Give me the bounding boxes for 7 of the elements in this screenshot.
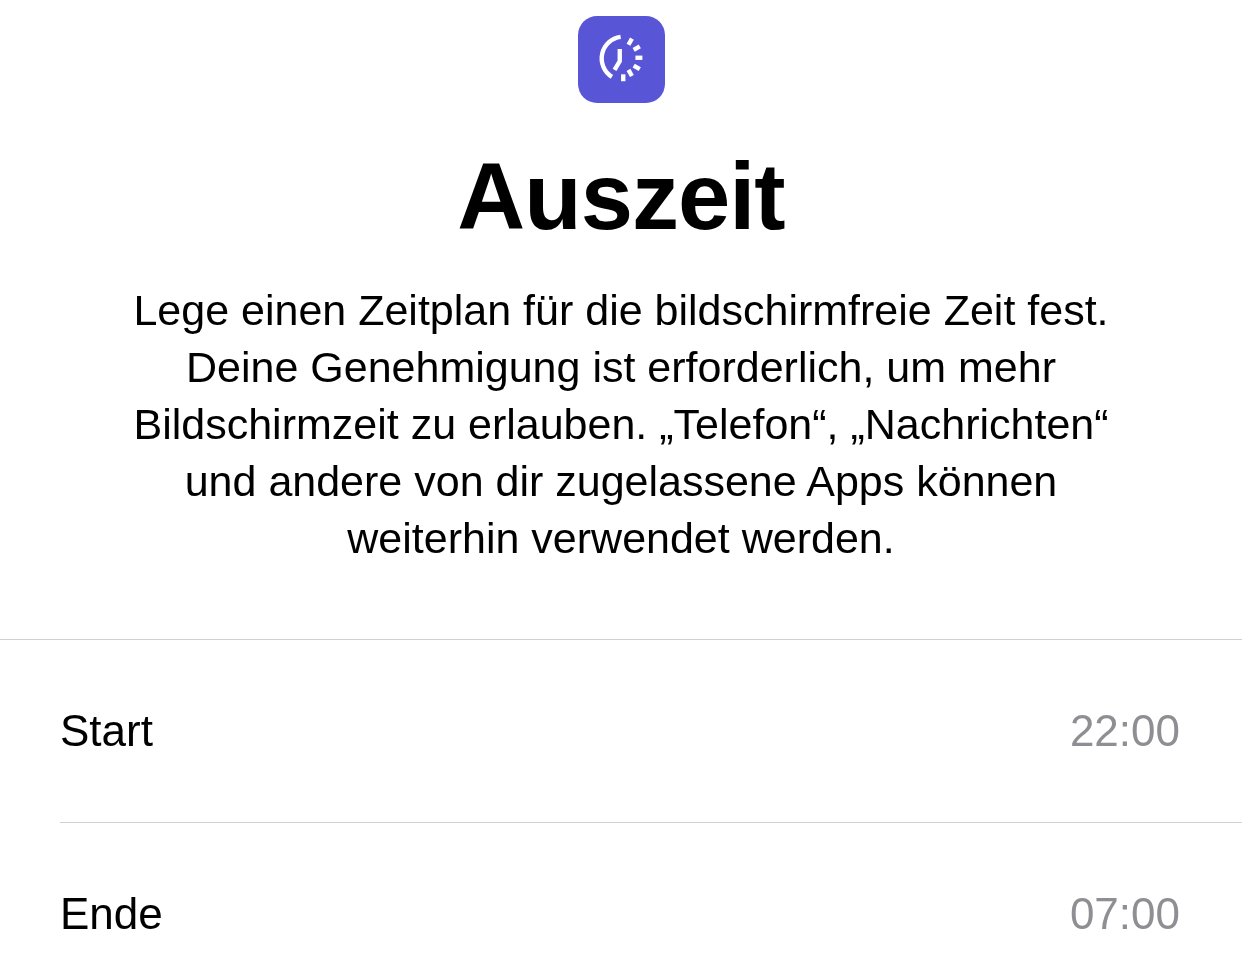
row-label: Start: [60, 706, 153, 757]
time-value[interactable]: 07:00: [1069, 889, 1180, 940]
page-title: Auszeit: [457, 145, 785, 249]
downtime-icon: [577, 16, 665, 103]
row-label: Ende: [60, 889, 163, 940]
time-value[interactable]: 22:00: [1069, 706, 1180, 757]
description-text: Lege einen Zeitplan für die bildschirmfreie Zeit fest. Deine Genehmigung ist erforderlich, um mehr Bildschirmzeit zu erlauben. „Telefon“, „Nachrichten“ und andere von dir zugelassene Apps können weiterhin verwendet werden.: [132, 285, 1110, 565]
